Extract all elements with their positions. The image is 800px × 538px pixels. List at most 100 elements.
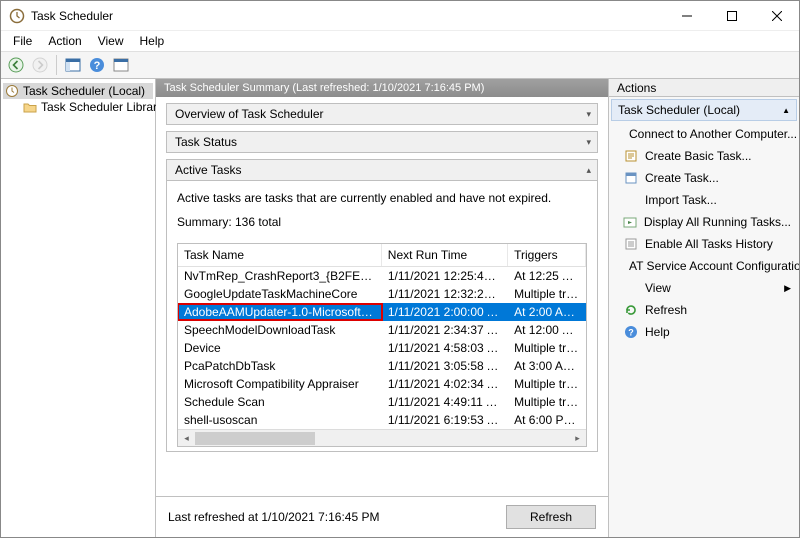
window-buttons bbox=[664, 1, 799, 30]
cell-triggers: Multiple trigg bbox=[508, 286, 586, 302]
refresh-icon bbox=[623, 303, 639, 317]
action-help[interactable]: ?Help bbox=[609, 321, 799, 343]
footer: Last refreshed at 1/10/2021 7:16:45 PM R… bbox=[156, 496, 608, 537]
refresh-button[interactable]: Refresh bbox=[506, 505, 596, 529]
table-row[interactable]: GoogleUpdateTaskMachineCore1/11/2021 12:… bbox=[178, 285, 586, 303]
cell-triggers: At 2:00 AM ev bbox=[508, 304, 586, 320]
section-status[interactable]: Task Status ▾ bbox=[166, 131, 598, 153]
cell-task-name: GoogleUpdateTaskMachineCore bbox=[178, 286, 382, 302]
close-button[interactable] bbox=[754, 1, 799, 30]
cell-next-run: 1/11/2021 3:05:58 AM bbox=[382, 358, 508, 374]
active-tasks-table: Task Name Next Run Time Triggers NvTmRep… bbox=[177, 243, 587, 447]
action-refresh[interactable]: Refresh bbox=[609, 299, 799, 321]
horizontal-scrollbar[interactable]: ◂ ▸ bbox=[178, 429, 586, 446]
chevron-right-icon: ▶ bbox=[784, 283, 791, 294]
tree-library[interactable]: Task Scheduler Library bbox=[3, 99, 153, 115]
task-scheduler-window: Task Scheduler File Action View Help ? T… bbox=[0, 0, 800, 538]
actions-header: Actions bbox=[609, 79, 799, 97]
actions-context[interactable]: Task Scheduler (Local) ▲ bbox=[611, 99, 797, 121]
tree-root[interactable]: Task Scheduler (Local) bbox=[3, 83, 153, 99]
cell-next-run: 1/11/2021 4:49:11 AM bbox=[382, 394, 508, 410]
cell-task-name: SpeechModelDownloadTask bbox=[178, 322, 382, 338]
help-icon: ? bbox=[623, 325, 639, 339]
cell-next-run: 1/11/2021 12:25:44 AM bbox=[382, 268, 508, 284]
toolbar-separator bbox=[56, 55, 57, 75]
menu-view[interactable]: View bbox=[92, 32, 130, 50]
toolbar-help-icon[interactable]: ? bbox=[86, 54, 108, 76]
menu-file[interactable]: File bbox=[7, 32, 38, 50]
cell-next-run: 1/11/2021 12:32:26 AM bbox=[382, 286, 508, 302]
cell-task-name: PcaPatchDbTask bbox=[178, 358, 382, 374]
table-body[interactable]: NvTmRep_CrashReport3_{B2FE1952-0186-46C.… bbox=[178, 267, 586, 429]
tree-pane: Task Scheduler (Local) Task Scheduler Li… bbox=[1, 79, 156, 537]
cell-triggers: At 12:25 AM ev bbox=[508, 268, 586, 284]
svg-text:?: ? bbox=[94, 60, 101, 72]
cell-next-run: 1/11/2021 4:58:03 AM bbox=[382, 340, 508, 356]
table-row[interactable]: NvTmRep_CrashReport3_{B2FE1952-0186-46C.… bbox=[178, 267, 586, 285]
action-create-task[interactable]: Create Task... bbox=[609, 167, 799, 189]
cell-task-name: Microsoft Compatibility Appraiser bbox=[178, 376, 382, 392]
running-icon bbox=[623, 215, 638, 229]
cell-task-name: Schedule Scan bbox=[178, 394, 382, 410]
section-active[interactable]: Active Tasks ▴ bbox=[166, 159, 598, 181]
action-connect[interactable]: Connect to Another Computer... bbox=[609, 123, 799, 145]
section-active-label: Active Tasks bbox=[175, 163, 241, 177]
clock-icon bbox=[5, 84, 19, 98]
active-tasks-body: Active tasks are tasks that are currentl… bbox=[166, 181, 598, 452]
action-create-basic[interactable]: Create Basic Task... bbox=[609, 145, 799, 167]
toolbar-window-icon[interactable] bbox=[110, 54, 132, 76]
col-next-run[interactable]: Next Run Time bbox=[382, 244, 508, 266]
action-enable-history[interactable]: Enable All Tasks History bbox=[609, 233, 799, 255]
back-button[interactable] bbox=[5, 54, 27, 76]
scroll-right-icon[interactable]: ▸ bbox=[569, 430, 586, 447]
forward-button[interactable] bbox=[29, 54, 51, 76]
chevron-down-icon: ▾ bbox=[586, 137, 591, 148]
table-row[interactable]: SpeechModelDownloadTask1/11/2021 2:34:37… bbox=[178, 321, 586, 339]
table-row[interactable]: PcaPatchDbTask1/11/2021 3:05:58 AMAt 3:0… bbox=[178, 357, 586, 375]
scroll-thumb[interactable] bbox=[195, 432, 315, 445]
toolbar-pane-icon[interactable] bbox=[62, 54, 84, 76]
menubar: File Action View Help bbox=[1, 31, 799, 51]
titlebar: Task Scheduler bbox=[1, 1, 799, 31]
section-overview[interactable]: Overview of Task Scheduler ▾ bbox=[166, 103, 598, 125]
table-row[interactable]: shell-usoscan1/11/2021 6:19:53 AMAt 6:00… bbox=[178, 411, 586, 429]
chevron-up-icon: ▴ bbox=[586, 165, 591, 176]
table-row[interactable]: AdobeAAMUpdater-1.0-MicrosoftAccount-pi.… bbox=[178, 303, 586, 321]
tree-root-label: Task Scheduler (Local) bbox=[23, 84, 145, 98]
window-title: Task Scheduler bbox=[31, 9, 664, 23]
cell-next-run: 1/11/2021 2:00:00 AM bbox=[382, 304, 508, 320]
cell-task-name: Device bbox=[178, 340, 382, 356]
last-refreshed-label: Last refreshed at 1/10/2021 7:16:45 PM bbox=[168, 510, 506, 524]
menu-help[interactable]: Help bbox=[134, 32, 171, 50]
section-status-label: Task Status bbox=[175, 135, 237, 149]
cell-triggers: Multiple trigg bbox=[508, 376, 586, 392]
col-task-name[interactable]: Task Name bbox=[178, 244, 382, 266]
table-header: Task Name Next Run Time Triggers bbox=[178, 244, 586, 267]
svg-text:?: ? bbox=[628, 328, 634, 338]
cell-triggers: At 6:00 PM ev bbox=[508, 412, 586, 428]
folder-icon bbox=[23, 100, 37, 114]
table-row[interactable]: Microsoft Compatibility Appraiser1/11/20… bbox=[178, 375, 586, 393]
action-at-service[interactable]: AT Service Account Configuration bbox=[609, 255, 799, 277]
tree-library-label: Task Scheduler Library bbox=[41, 100, 163, 114]
chevron-up-icon: ▲ bbox=[782, 106, 790, 115]
toolbar: ? bbox=[1, 51, 799, 79]
cell-task-name: shell-usoscan bbox=[178, 412, 382, 428]
maximize-button[interactable] bbox=[709, 1, 754, 30]
col-triggers[interactable]: Triggers bbox=[508, 244, 586, 266]
action-import[interactable]: Import Task... bbox=[609, 189, 799, 211]
menu-action[interactable]: Action bbox=[42, 32, 87, 50]
cell-next-run: 1/11/2021 6:19:53 AM bbox=[382, 412, 508, 428]
section-overview-label: Overview of Task Scheduler bbox=[175, 107, 324, 121]
cell-triggers: Multiple trigg bbox=[508, 394, 586, 410]
actions-pane: Actions Task Scheduler (Local) ▲ Connect… bbox=[609, 79, 799, 537]
scroll-left-icon[interactable]: ◂ bbox=[178, 430, 195, 447]
table-row[interactable]: Device1/11/2021 4:58:03 AMMultiple trigg bbox=[178, 339, 586, 357]
table-row[interactable]: Schedule Scan1/11/2021 4:49:11 AMMultipl… bbox=[178, 393, 586, 411]
summary-header: Task Scheduler Summary (Last refreshed: … bbox=[156, 79, 608, 97]
action-display-running[interactable]: Display All Running Tasks... bbox=[609, 211, 799, 233]
task-icon bbox=[623, 171, 639, 185]
action-view[interactable]: View▶ bbox=[609, 277, 799, 299]
cell-triggers: At 3:00 AM or bbox=[508, 358, 586, 374]
minimize-button[interactable] bbox=[664, 1, 709, 30]
